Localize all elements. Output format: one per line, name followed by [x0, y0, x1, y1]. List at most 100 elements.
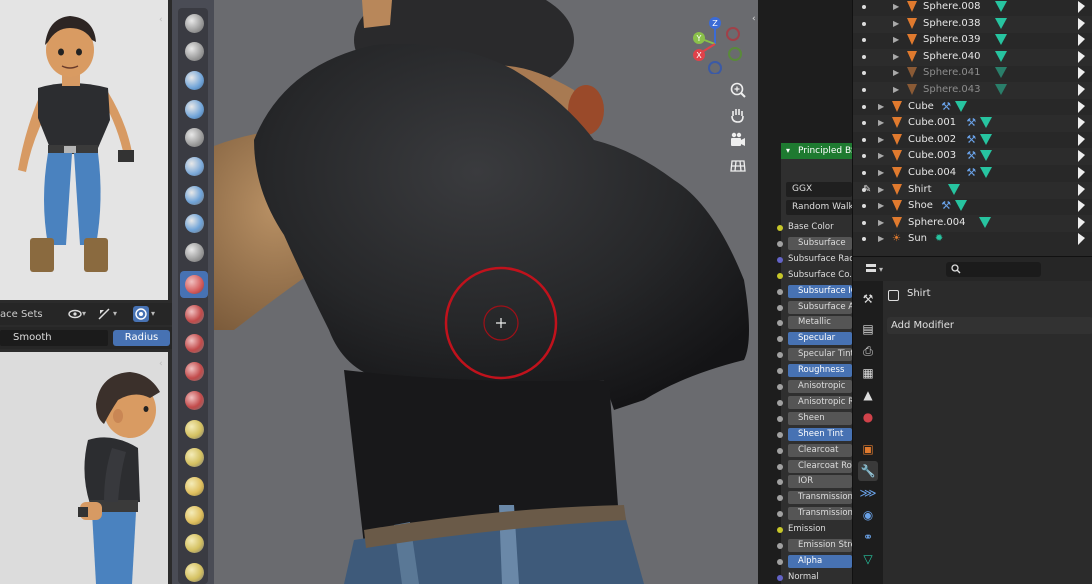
selectable-dot-icon[interactable] [862, 220, 866, 225]
node-input-socket[interactable] [777, 225, 783, 231]
select-cursor-icon[interactable] [1078, 200, 1085, 213]
grab-brush-icon[interactable] [180, 444, 208, 471]
expand-arrow-icon[interactable]: ▶ [878, 234, 884, 243]
select-cursor-icon[interactable] [1078, 216, 1085, 229]
mesh-data-icon[interactable] [979, 216, 991, 228]
expand-arrow-icon[interactable]: ▶ [893, 85, 899, 94]
select-cursor-icon[interactable] [1078, 34, 1085, 47]
flatten-brush-icon[interactable] [180, 301, 208, 328]
multiplane-scrape-brush-icon[interactable] [180, 387, 208, 414]
pinch-brush-icon[interactable] [180, 416, 208, 443]
mesh-data-icon[interactable] [980, 167, 993, 178]
outliner-row[interactable]: ▶ Sphere.038 [853, 15, 1092, 33]
node-input-socket[interactable] [777, 304, 783, 311]
3d-viewport[interactable]: Z Y X ‹ [214, 0, 758, 584]
node-input-socket[interactable] [777, 399, 783, 406]
expand-arrow-icon[interactable]: ▶ [893, 52, 899, 61]
scrape-brush-icon[interactable] [180, 358, 208, 385]
selectable-dot-icon[interactable] [862, 104, 866, 109]
node-input-clearcoat[interactable]: Clearcoat [788, 443, 852, 457]
view-layer-tab-icon[interactable]: ▦ [858, 363, 878, 383]
node-input-subsurface[interactable]: Subsurface [788, 236, 852, 250]
inflate-brush-icon[interactable] [180, 182, 208, 209]
data-tab-icon[interactable]: ▽ [858, 549, 878, 569]
mesh-data-icon[interactable] [995, 34, 1007, 46]
properties-editor[interactable]: ▾ ⚒ ▤ ⎙ ▦ ▲ ● ▣ 🔧 ⋙ ◉ ⚭ ▽ Shirt Add Modi… [852, 256, 1092, 584]
pan-hand-icon[interactable] [726, 103, 750, 127]
fill-brush-icon[interactable] [180, 330, 208, 357]
selectable-dot-icon[interactable] [862, 54, 866, 59]
node-input-sheen[interactable]: Sheen [788, 411, 852, 425]
expand-arrow-icon[interactable]: ▶ [893, 35, 899, 44]
select-cursor-icon[interactable] [1078, 1, 1085, 13]
chevron-left-icon[interactable]: ‹ [752, 14, 756, 24]
outliner-row[interactable]: ▶ Sphere.004 [853, 214, 1092, 232]
snake-hook-brush-icon[interactable] [180, 502, 208, 529]
clay-thumb-brush-icon[interactable] [180, 124, 208, 151]
physics-tab-icon[interactable]: ◉ [858, 505, 878, 525]
outliner-row[interactable]: ▶ Sphere.040 [853, 48, 1092, 66]
editor-type-icon[interactable]: ▾ [865, 262, 883, 276]
outliner-row[interactable]: ▶ Cube ⚒ [853, 99, 1092, 116]
chevron-down-icon[interactable]: ▾ [151, 306, 167, 322]
node-input-ior[interactable]: IOR [788, 475, 852, 489]
node-input-alpha[interactable]: Alpha [788, 554, 852, 568]
mesh-data-icon[interactable] [980, 150, 993, 162]
expand-arrow-icon[interactable]: ▶ [878, 201, 884, 210]
smooth-field[interactable]: Smooth [0, 330, 108, 346]
world-tab-icon[interactable]: ● [858, 407, 878, 427]
subsurface-method-dropdown[interactable]: Random Walk [786, 200, 852, 215]
selectable-dot-icon[interactable] [862, 121, 866, 126]
expand-arrow-icon[interactable]: ▶ [878, 185, 884, 194]
chevron-down-icon[interactable]: ▾ [113, 306, 129, 322]
navigation-gizmo[interactable]: Z Y X [687, 14, 747, 74]
node-input-specular-tint[interactable]: Specular Tint [788, 348, 852, 362]
modifier-wrench-icon[interactable]: ⚒ [966, 116, 976, 129]
select-cursor-icon[interactable] [1078, 233, 1085, 246]
selectable-dot-icon[interactable] [862, 5, 866, 9]
light-data-icon[interactable]: ✹ [935, 233, 943, 244]
mask-tool-icon[interactable] [96, 306, 112, 322]
blob-brush-icon[interactable] [180, 210, 208, 237]
node-input-subsurface-anisotropy[interactable]: Subsurface Anisotropy [788, 300, 852, 314]
mesh-data-icon[interactable] [980, 133, 993, 145]
outliner[interactable]: ▶ Sphere.008 ▶ Sphere.038 ▶ Sphere.039 ▶ Sphere… [852, 0, 1092, 256]
modifier-wrench-icon[interactable]: ⚒ [966, 166, 976, 179]
layer-brush-icon[interactable] [180, 153, 208, 180]
mesh-data-icon[interactable] [980, 117, 993, 129]
selectable-dot-icon[interactable] [862, 71, 866, 76]
modifier-tab-icon[interactable]: 🔧 [858, 461, 878, 481]
selectable-dot-icon[interactable] [862, 171, 866, 175]
chevron-left-icon[interactable]: ‹ [159, 16, 165, 25]
selectable-dot-icon[interactable] [862, 137, 866, 142]
constraints-tab-icon[interactable]: ⚭ [858, 527, 878, 547]
tool-tab-icon[interactable]: ⚒ [858, 289, 878, 309]
chevron-left-icon[interactable]: ‹ [159, 360, 165, 369]
particles-tab-icon[interactable]: ⋙ [858, 483, 878, 503]
zoom-icon[interactable] [726, 78, 750, 102]
pose-brush-icon[interactable] [180, 559, 208, 584]
clay-brush-icon[interactable] [180, 67, 208, 94]
properties-search-input[interactable] [946, 262, 1041, 277]
select-cursor-icon[interactable] [1078, 117, 1085, 130]
object-tab-icon[interactable]: ▣ [858, 439, 878, 459]
modifier-wrench-icon[interactable]: ⚒ [941, 199, 951, 212]
distribution-dropdown[interactable]: GGX [786, 182, 852, 197]
selectable-dot-icon[interactable] [862, 21, 866, 26]
select-cursor-icon[interactable] [1078, 17, 1085, 30]
elastic-deform-brush-icon[interactable] [180, 473, 208, 500]
expand-arrow-icon[interactable]: ▶ [878, 168, 884, 177]
node-input-roughness[interactable]: Roughness [788, 364, 852, 378]
select-cursor-icon[interactable] [1078, 183, 1085, 196]
node-input-emission-strength[interactable]: Emission Strength [788, 539, 852, 552]
crease-brush-icon[interactable] [180, 239, 208, 266]
expand-arrow-icon[interactable]: ▶ [893, 19, 899, 28]
output-tab-icon[interactable]: ⎙ [858, 341, 878, 361]
chevron-down-icon[interactable]: ▾ [786, 143, 790, 159]
smooth-brush-icon[interactable] [180, 271, 208, 298]
node-input-socket[interactable] [777, 447, 783, 454]
outliner-row[interactable]: ▶ ☀ Sun ✹ [853, 231, 1092, 248]
outliner-row[interactable]: ▶ Cube.001 ⚒ [853, 115, 1092, 133]
outliner-row[interactable]: ▶ Sphere.039 [853, 32, 1092, 49]
node-input-socket[interactable] [777, 272, 783, 279]
